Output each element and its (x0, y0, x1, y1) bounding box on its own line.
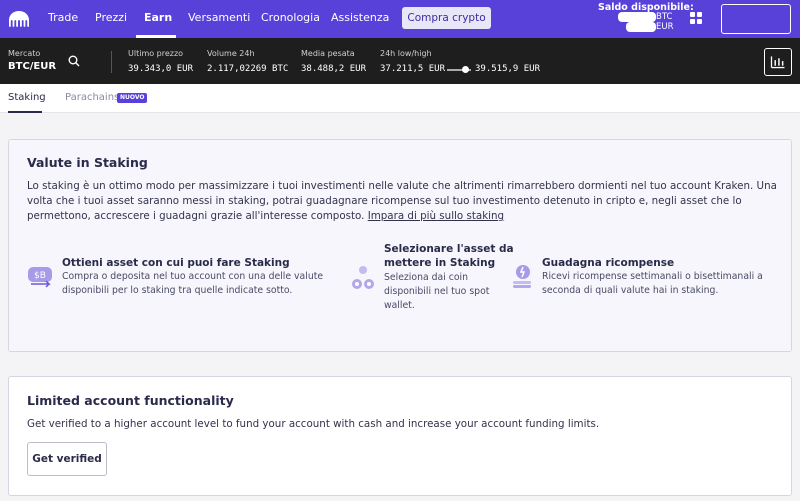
nav-cronologia[interactable]: Cronologia (261, 11, 320, 24)
apps-grid-icon[interactable] (690, 12, 703, 25)
new-badge: NUOVO (117, 93, 148, 103)
range-indicator-dot (462, 66, 469, 73)
nav-assistenza[interactable]: Assistenza (331, 11, 389, 24)
feature-3-desc-2: seconda di quali valute hai in staking. (542, 285, 719, 296)
nav-versamenti[interactable]: Versamenti (188, 11, 250, 24)
staking-card-line-2: volta che i tuoi asset saranno messi in … (27, 195, 742, 207)
limited-account-card: Limited account functionality Get verifi… (8, 376, 792, 496)
learn-more-link[interactable]: Impara di più sullo staking (368, 210, 504, 222)
feature-3-desc-1: Ricevi ricompense settimanali o bisettim… (542, 271, 763, 282)
volume-label: Volume 24h (207, 49, 255, 58)
chart-icon (770, 56, 785, 69)
nav-earn[interactable]: Earn (144, 11, 172, 24)
limited-card-text: Get verified to a higher account level t… (27, 418, 600, 430)
balance-btc-currency: BTC (656, 12, 673, 22)
market-divider (111, 51, 112, 73)
staking-card-line-1: Lo staking è un ottimo modo per massimiz… (27, 180, 777, 192)
volume-value: 2.117,02269 BTC (207, 64, 289, 74)
balance-redacted-eur (626, 22, 656, 32)
feature-2-title-1: Selezionare l'asset da (384, 243, 514, 255)
market-pair[interactable]: BTC/EUR (8, 61, 56, 72)
staking-card-line-3: permettono, accrescere i guadagni grazie… (27, 209, 787, 225)
nav-prezzi[interactable]: Prezzi (95, 11, 127, 24)
search-icon[interactable] (68, 55, 80, 67)
range-high-value: 39.515,9 EUR (475, 64, 541, 74)
get-verified-button[interactable]: Get verified (27, 442, 107, 476)
range-label: 24h low/high (380, 49, 432, 58)
balance-eur-currency: EUR (656, 22, 674, 32)
market-label: Mercato (8, 49, 41, 58)
feature-1-desc-1: Compra o deposita nel tuo account con un… (62, 271, 324, 282)
range-low-value: 37.211,5 EUR (380, 64, 446, 74)
last-price-label: Ultimo prezzo (128, 49, 184, 58)
feature-1-title: Ottieni asset con cui puoi fare Staking (62, 257, 290, 269)
avg-price-label: Media pesata (301, 49, 355, 58)
avg-price-value: 38.488,2 EUR (301, 64, 367, 74)
staking-info-card: Valute in Staking Lo staking è un ottimo… (8, 139, 792, 352)
feature-2-desc-1: Seleziona dai coin (384, 272, 469, 283)
tab-staking[interactable]: Staking (8, 92, 46, 103)
feature-2-desc-2: disponibili nel tuo spot (384, 286, 490, 297)
feature-2-desc-3: wallet. (384, 300, 415, 311)
chart-toggle-button[interactable] (764, 48, 792, 76)
buy-asset-icon: $B (28, 267, 52, 288)
balance-redacted-btc (618, 12, 656, 22)
tab-parachains[interactable]: Parachains (65, 92, 119, 103)
buy-crypto-button[interactable]: Compra crypto (402, 7, 491, 29)
nav-trade[interactable]: Trade (48, 11, 78, 24)
staking-card-title: Valute in Staking (27, 155, 148, 170)
feature-3-title: Guadagna ricompense (542, 257, 675, 269)
feature-1-desc-2: disponibili per lo staking tra quelle in… (62, 285, 293, 296)
limited-card-title: Limited account functionality (27, 393, 234, 408)
feature-2-title-2: mettere in Staking (384, 257, 496, 269)
last-price-value: 39.343,0 EUR (128, 64, 194, 74)
tab-active-indicator (8, 111, 42, 113)
svg-text:$B: $B (34, 271, 46, 281)
kraken-logo[interactable] (8, 10, 30, 28)
select-asset-icon (352, 266, 374, 289)
staking-card-line-3-text: permettono, accrescere i guadagni grazie… (27, 210, 365, 222)
earn-tabs: Staking Parachains NUOVO (0, 84, 800, 113)
rewards-icon (513, 265, 531, 288)
account-menu-button[interactable] (721, 4, 791, 34)
market-bar: Mercato BTC/EUR Ultimo prezzo 39.343,0 E… (0, 38, 800, 84)
top-navbar: Trade Prezzi Earn Versamenti Cronologia … (0, 0, 800, 38)
